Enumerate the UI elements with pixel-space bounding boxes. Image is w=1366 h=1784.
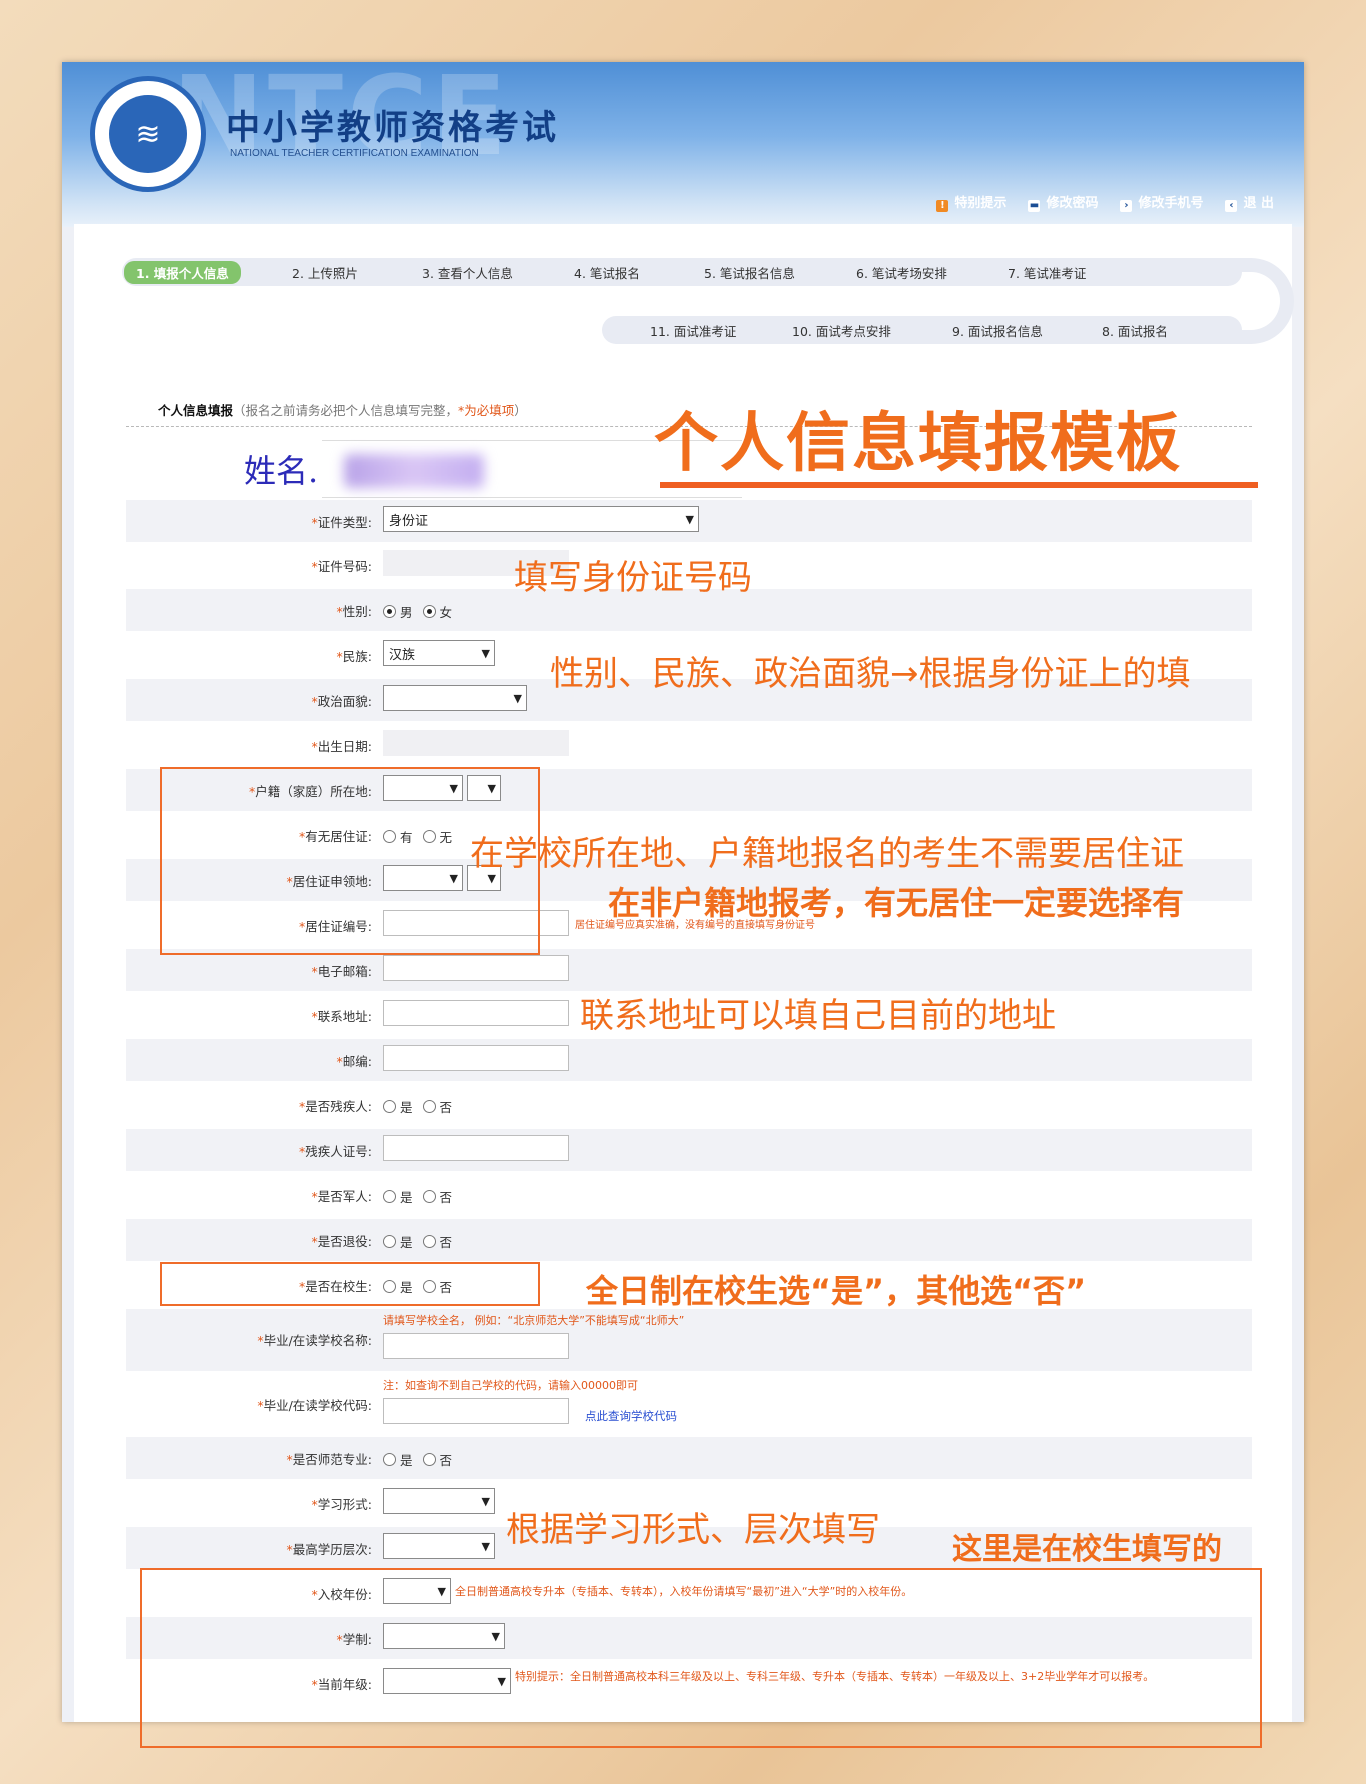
birthdate-field[interactable] bbox=[383, 730, 569, 756]
zip-input[interactable] bbox=[383, 1045, 569, 1071]
gender-radio-male[interactable]: 男 bbox=[383, 602, 413, 621]
chevron-down-icon: ▼ bbox=[481, 1539, 490, 1553]
annotation-address: 联系地址可以填自己目前的地址 bbox=[580, 996, 1056, 1036]
row-military: *是否军人: 是 否 bbox=[311, 1187, 453, 1206]
step-11[interactable]: 11. 面试准考证 bbox=[650, 321, 736, 340]
book-icon: ≋ bbox=[109, 95, 187, 173]
id-type-select[interactable]: 身份证 ▼ bbox=[383, 506, 699, 532]
study-form-select[interactable]: ▼ bbox=[383, 1488, 495, 1514]
edu-level-select[interactable]: ▼ bbox=[383, 1533, 495, 1559]
phone-icon: › bbox=[1120, 200, 1133, 212]
row-disabled-no: *残疾人证号: bbox=[126, 1129, 1252, 1171]
step-6[interactable]: 6. 笔试考场安排 bbox=[856, 263, 947, 282]
nav-change-password[interactable]: ▬ 修改密码 bbox=[1028, 192, 1098, 212]
key-icon: ▬ bbox=[1028, 200, 1041, 212]
site-logo: ≋ bbox=[90, 76, 206, 192]
section-title: 个人信息填报（报名之前请务必把个人信息填写完整，*为必填项） bbox=[158, 403, 527, 418]
step-8[interactable]: 8. 面试报名 bbox=[1102, 321, 1168, 340]
site-title: 中小学教师资格考试 bbox=[226, 108, 559, 148]
site-subtitle: NATIONAL TEACHER CERTIFICATION EXAMINATI… bbox=[230, 148, 479, 159]
military-radio-no[interactable]: 否 bbox=[422, 1187, 452, 1206]
row-birthdate: *出生日期: bbox=[126, 724, 1252, 766]
political-select[interactable]: ▼ bbox=[383, 685, 527, 711]
annotation-current-student: 这里是在校生填写的 bbox=[952, 1532, 1222, 1567]
top-nav: ! 特别提示 ▬ 修改密码 › 修改手机号 ‹ 退 出 bbox=[936, 192, 1274, 212]
annotation-residence-1: 在学校所在地、户籍地报名的考生不需要居住证 bbox=[470, 834, 1184, 874]
info-icon: ! bbox=[936, 200, 949, 212]
steps-bar-bottom: 11. 面试准考证 10. 面试考点安排 9. 面试报名信息 8. 面试报名 bbox=[602, 316, 1242, 344]
normal-major-radio-no[interactable]: 否 bbox=[422, 1450, 452, 1469]
site-header: NTCE ≋ 中小学教师资格考试 NATIONAL TEACHER CERTIF… bbox=[62, 62, 1304, 227]
annotation-gender: 性别、民族、政治面貌→根据身份证上的填 bbox=[550, 654, 1191, 694]
row-disabled: *是否残疾人: 是 否 bbox=[299, 1097, 453, 1116]
step-1[interactable]: 1. 填报个人信息 bbox=[124, 261, 241, 284]
row-normal-major: *是否师范专业: 是 否 bbox=[126, 1437, 1252, 1479]
steps-bar-top: 1. 填报个人信息 2. 上传照片 3. 查看个人信息 4. 笔试报名 5. 笔… bbox=[122, 258, 1242, 286]
disabled-no-input[interactable] bbox=[383, 1135, 569, 1161]
row-school-name: *毕业/在读学校名称: 请填写学校全名， 例如：“北京师范大学”不能填写成“北师… bbox=[126, 1309, 1252, 1371]
school-code-hint: 注：如查询不到自己学校的代码，请输入00000即可 bbox=[383, 1379, 638, 1392]
retired-radio-yes[interactable]: 是 bbox=[383, 1232, 413, 1251]
step-3[interactable]: 3. 查看个人信息 bbox=[422, 263, 513, 282]
chevron-down-icon: ▼ bbox=[481, 646, 490, 660]
nav-logout[interactable]: ‹ 退 出 bbox=[1225, 192, 1274, 212]
ethnicity-select[interactable]: 汉族 ▼ bbox=[383, 640, 495, 666]
nav-change-phone[interactable]: › 修改手机号 bbox=[1120, 192, 1203, 212]
row-zip: *邮编: bbox=[126, 1039, 1252, 1081]
step-9[interactable]: 9. 面试报名信息 bbox=[952, 321, 1043, 340]
name-redacted bbox=[344, 454, 484, 488]
name-label: 姓名. bbox=[244, 452, 319, 490]
annotation-id-number: 填写身份证号码 bbox=[514, 558, 752, 598]
school-code-lookup-link[interactable]: 点此查询学校代码 bbox=[585, 1408, 677, 1424]
retired-radio-no[interactable]: 否 bbox=[422, 1232, 452, 1251]
military-radio-yes[interactable]: 是 bbox=[383, 1187, 413, 1206]
annotation-title: 个人信息填报模板 bbox=[654, 407, 1182, 481]
annotation-title-underline bbox=[660, 482, 1258, 488]
chevron-down-icon: ▼ bbox=[481, 1494, 490, 1508]
step-10[interactable]: 10. 面试考点安排 bbox=[792, 321, 891, 340]
row-retired: *是否退役: 是 否 bbox=[126, 1219, 1252, 1261]
gender-radio-female[interactable]: 女 bbox=[422, 602, 452, 621]
annotation-residence-2: 在非户籍地报考，有无居住一定要选择有 bbox=[608, 884, 1185, 922]
annotation-study: 根据学习形式、层次填写 bbox=[506, 1510, 880, 1550]
step-4[interactable]: 4. 笔试报名 bbox=[574, 263, 640, 282]
normal-major-radio-yes[interactable]: 是 bbox=[383, 1450, 413, 1469]
school-name-input[interactable] bbox=[383, 1333, 569, 1359]
step-5[interactable]: 5. 笔试报名信息 bbox=[704, 263, 795, 282]
step-7[interactable]: 7. 笔试准考证 bbox=[1008, 263, 1086, 282]
annotation-student: 全日制在校生选“是”，其他选“否” bbox=[586, 1272, 1087, 1310]
email-input[interactable] bbox=[383, 955, 569, 981]
school-name-hint: 请填写学校全名， 例如：“北京师范大学”不能填写成“北师大” bbox=[383, 1314, 685, 1327]
annotation-box-student bbox=[160, 1262, 540, 1306]
chevron-down-icon: ▼ bbox=[513, 691, 522, 705]
chevron-down-icon: ▼ bbox=[685, 512, 694, 526]
disabled-radio-yes[interactable]: 是 bbox=[383, 1097, 413, 1116]
school-code-input[interactable] bbox=[383, 1398, 569, 1424]
address-input[interactable] bbox=[383, 1000, 569, 1026]
disabled-radio-no[interactable]: 否 bbox=[422, 1097, 452, 1116]
row-school-code: *毕业/在读学校代码: 注：如查询不到自己学校的代码，请输入00000即可 点此查… bbox=[257, 1379, 677, 1424]
annotation-box-current-student bbox=[140, 1568, 1262, 1748]
logout-icon: ‹ bbox=[1225, 200, 1238, 212]
row-id-type: *证件类型: 身份证 ▼ bbox=[126, 500, 1252, 542]
nav-special-tips[interactable]: ! 特别提示 bbox=[936, 192, 1006, 212]
step-2[interactable]: 2. 上传照片 bbox=[292, 263, 358, 282]
row-email: *电子邮箱: bbox=[126, 949, 1252, 991]
